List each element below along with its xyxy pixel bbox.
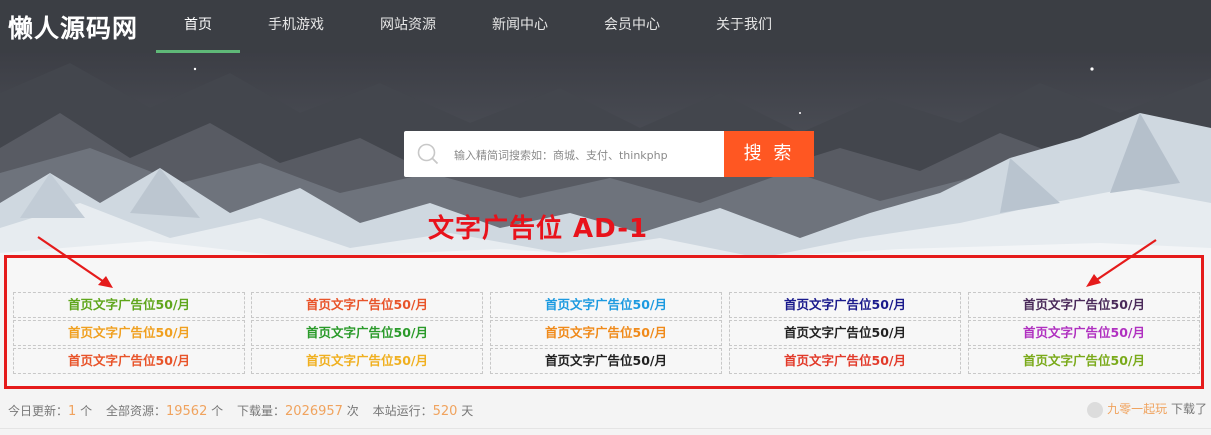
text-ad-link[interactable]: 首页文字广告位50/月 bbox=[729, 292, 961, 318]
today-updates-value: 1 bbox=[68, 404, 77, 419]
recent-download-ticker: 九零一起玩 下载了 bbox=[1087, 400, 1207, 418]
text-ad-link[interactable]: 首页文字广告位50/月 bbox=[13, 348, 245, 374]
recent-user-action: 下载了 bbox=[1170, 402, 1207, 416]
nav-item-web-resources[interactable]: 网站资源 bbox=[366, 0, 450, 53]
avatar bbox=[1087, 401, 1104, 418]
text-ad-link[interactable]: 首页文字广告位50/月 bbox=[13, 292, 245, 318]
total-resources-value: 19562 bbox=[165, 404, 208, 419]
nav-item-about-us[interactable]: 关于我们 bbox=[702, 0, 786, 53]
today-updates-label: 今日更新： bbox=[8, 404, 69, 418]
total-resources-unit: 个 bbox=[211, 404, 224, 418]
downloads-label: 下载量： bbox=[237, 404, 286, 418]
text-ad-link[interactable]: 首页文字广告位50/月 bbox=[968, 348, 1200, 374]
text-ad-link[interactable]: 首页文字广告位50/月 bbox=[490, 320, 722, 346]
divider bbox=[0, 428, 1211, 429]
downloads-value: 2026957 bbox=[285, 404, 343, 419]
nav-item-member-center[interactable]: 会员中心 bbox=[590, 0, 674, 53]
today-updates-unit: 个 bbox=[80, 404, 93, 418]
site-logo[interactable]: 懒人源码网 bbox=[8, 9, 138, 45]
total-resources-label: 全部资源： bbox=[105, 404, 166, 418]
text-ad-link[interactable]: 首页文字广告位50/月 bbox=[729, 348, 961, 374]
text-ad-link[interactable]: 首页文字广告位50/月 bbox=[968, 292, 1200, 318]
recent-user-name[interactable]: 九零一起玩 bbox=[1107, 402, 1167, 416]
text-ad-link[interactable]: 首页文字广告位50/月 bbox=[251, 348, 483, 374]
ad-section-heading: 文字广告位 AD-1 bbox=[428, 214, 649, 244]
text-ad-link[interactable]: 首页文字广告位50/月 bbox=[490, 348, 722, 374]
nav-item-mobile-games[interactable]: 手机游戏 bbox=[254, 0, 338, 53]
text-ad-link[interactable]: 首页文字广告位50/月 bbox=[968, 320, 1200, 346]
uptime-label: 本站运行： bbox=[372, 404, 433, 418]
text-ad-link[interactable]: 首页文字广告位50/月 bbox=[729, 320, 961, 346]
downloads-unit: 次 bbox=[346, 404, 359, 418]
search-button[interactable]: 搜 索 bbox=[724, 131, 814, 177]
search-icon bbox=[417, 143, 439, 165]
nav-item-news-center[interactable]: 新闻中心 bbox=[478, 0, 562, 53]
text-ad-link[interactable]: 首页文字广告位50/月 bbox=[13, 320, 245, 346]
search-input[interactable] bbox=[452, 131, 724, 179]
site-stats: 今日更新：1 个 全部资源：19562 个 下载量：2026957 次 本站运行… bbox=[8, 402, 473, 419]
nav-item-home[interactable]: 首页 bbox=[156, 0, 240, 53]
text-ad-link[interactable]: 首页文字广告位50/月 bbox=[251, 292, 483, 318]
top-nav: 懒人源码网 首页 手机游戏 网站资源 新闻中心 会员中心 关于我们 bbox=[0, 0, 1211, 53]
text-ad-link[interactable]: 首页文字广告位50/月 bbox=[251, 320, 483, 346]
uptime-unit: 天 bbox=[461, 404, 474, 418]
uptime-value: 520 bbox=[432, 404, 458, 419]
search-box bbox=[404, 131, 725, 179]
text-ad-link[interactable]: 首页文字广告位50/月 bbox=[490, 292, 722, 318]
